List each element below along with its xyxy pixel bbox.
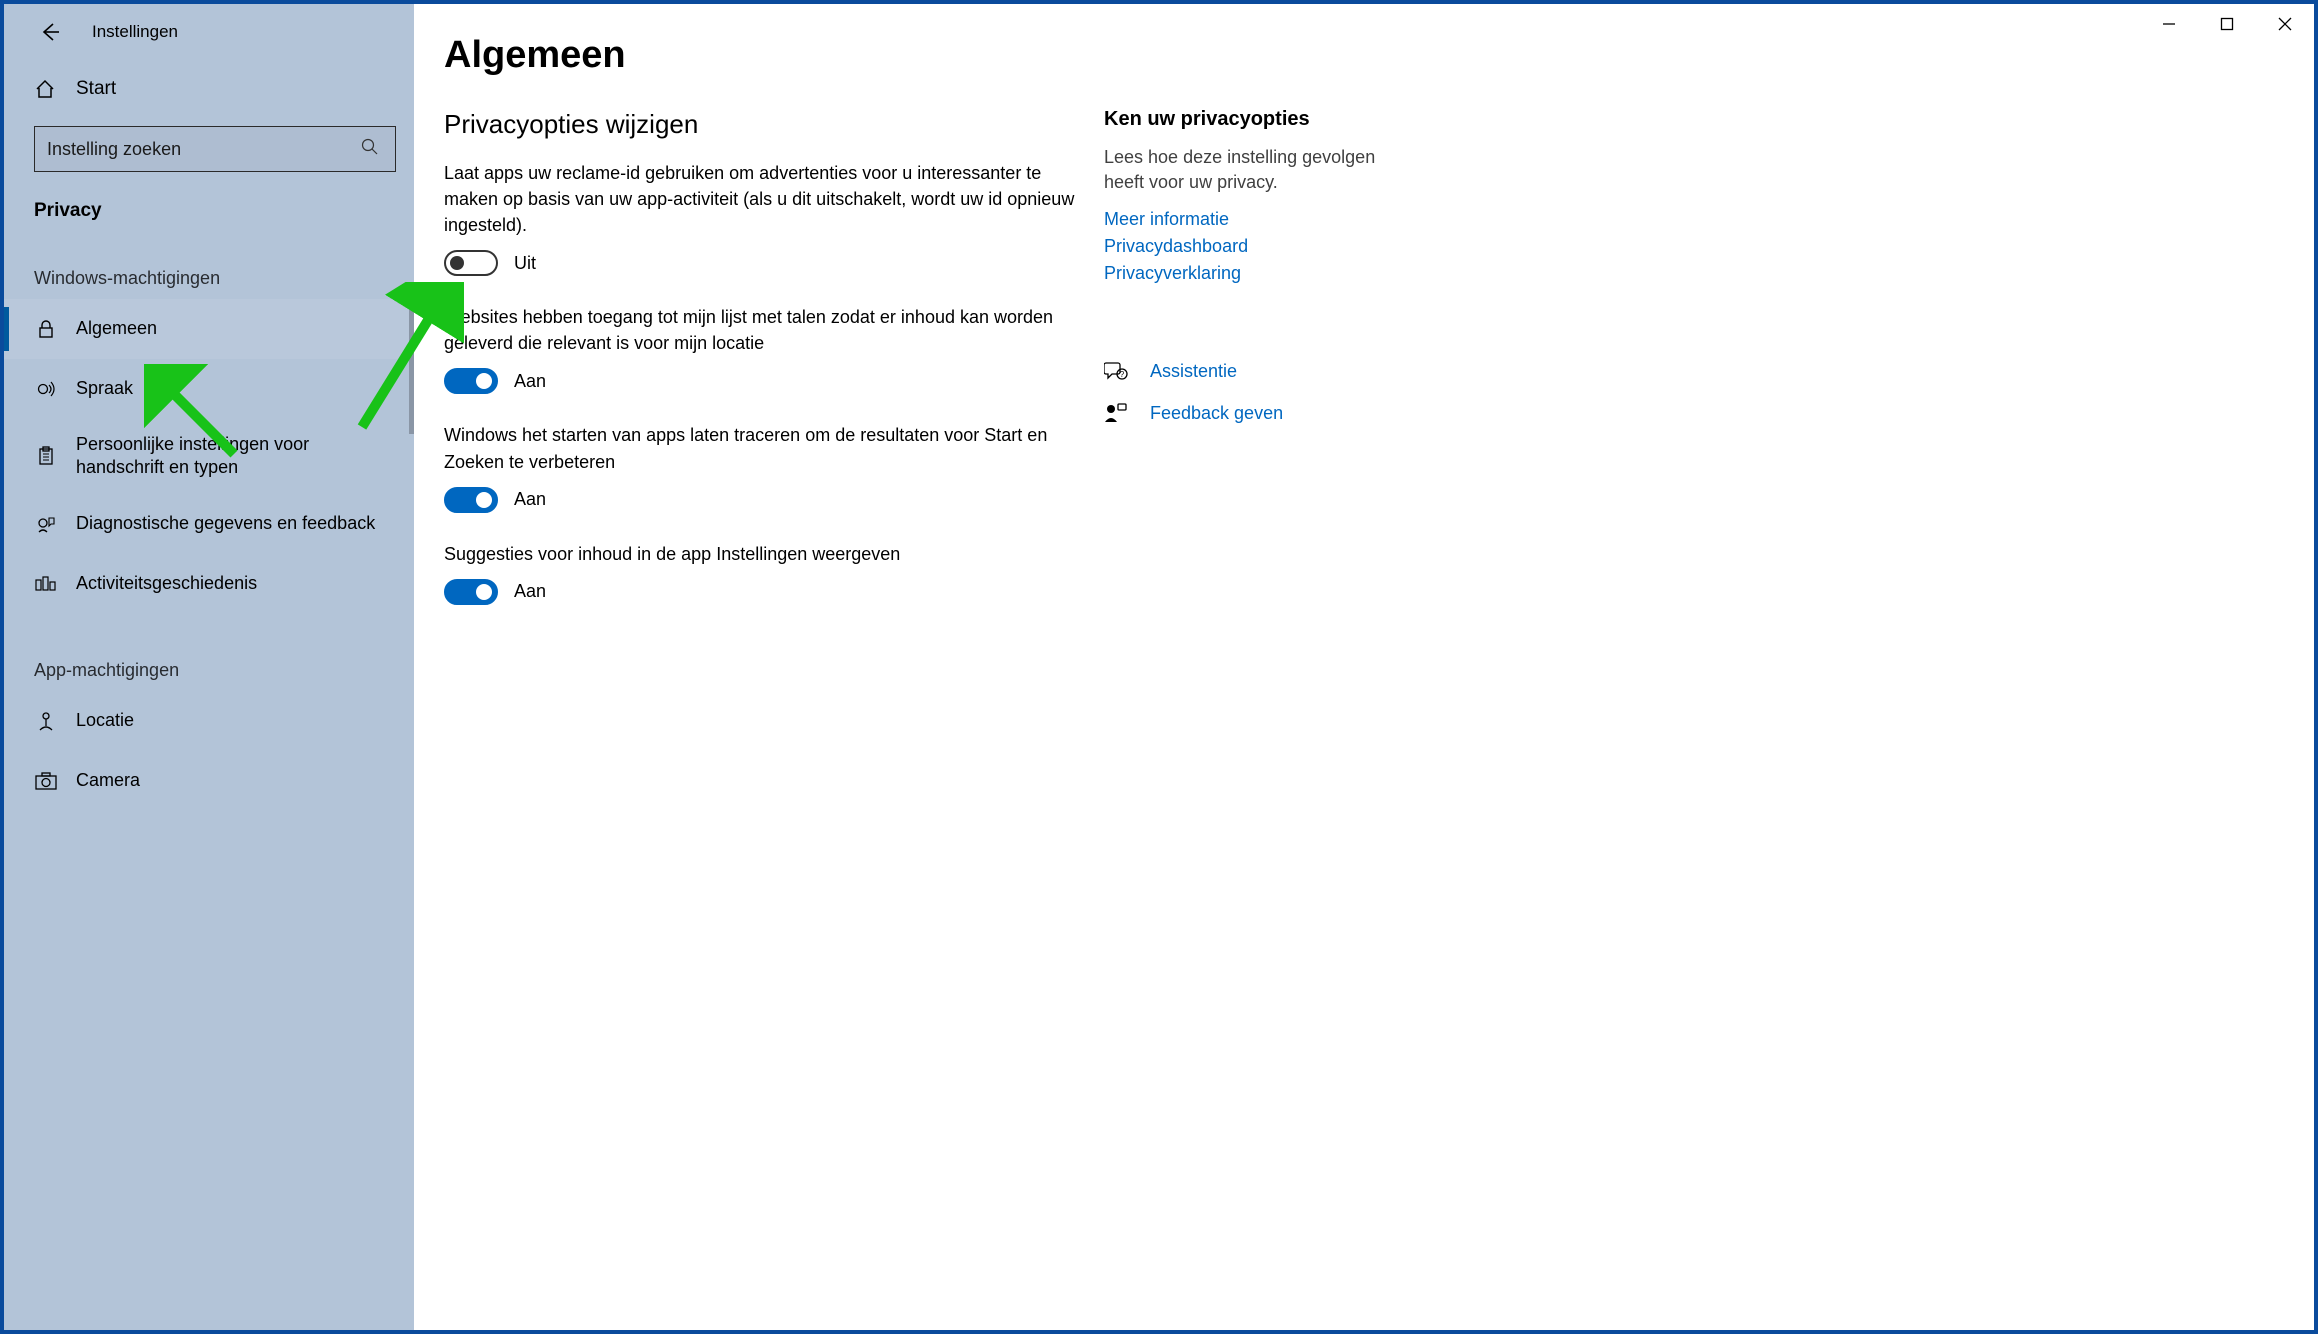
search-input[interactable] (47, 139, 361, 160)
home-label: Start (76, 78, 116, 100)
search-box[interactable] (34, 126, 396, 172)
window-title: Instellingen (92, 22, 178, 42)
sidebar-item-label: Persoonlijke instellingen voor handschri… (76, 433, 394, 480)
toggle-state: Aan (514, 371, 546, 392)
sidebar-item-label: Activiteitsgeschiedenis (76, 572, 257, 595)
group-windows-permissions: Windows-machtigingen (34, 268, 414, 289)
toggle-website-languages[interactable] (444, 368, 498, 394)
history-icon (34, 574, 58, 594)
feedback-label: Feedback geven (1150, 403, 1283, 424)
help-label: Assistentie (1150, 361, 1237, 382)
svg-text:?: ? (1120, 370, 1125, 379)
toggle-state: Uit (514, 253, 536, 274)
sidebar-item-camera[interactable]: Camera (4, 751, 414, 811)
setting-advertising-id: Laat apps uw reclame-id gebruiken om adv… (444, 160, 1084, 276)
sidebar: Instellingen Start Privacy Windows-macht… (4, 4, 414, 1330)
camera-icon (34, 772, 58, 790)
location-icon (34, 710, 58, 732)
sidebar-item-label: Algemeen (76, 317, 157, 340)
setting-description: Suggesties voor inhoud in de app Instell… (444, 541, 1084, 567)
setting-description: Windows het starten van apps laten trace… (444, 422, 1084, 474)
back-button[interactable] (36, 18, 64, 46)
sidebar-item-label: Spraak (76, 377, 133, 400)
home-button[interactable]: Start (4, 60, 414, 118)
toggle-app-launches[interactable] (444, 487, 498, 513)
setting-website-languages: Websites hebben toegang tot mijn lijst m… (444, 304, 1084, 394)
sidebar-item-general[interactable]: Algemeen (4, 299, 414, 359)
sidebar-item-speech[interactable]: Spraak (4, 359, 414, 419)
give-feedback-link[interactable]: Feedback geven (1104, 402, 1414, 424)
sidebar-item-label: Locatie (76, 709, 134, 732)
toggle-advertising-id[interactable] (444, 250, 498, 276)
group-app-permissions: App-machtigingen (34, 660, 414, 681)
link-privacy-dashboard[interactable]: Privacydashboard (1104, 236, 1414, 257)
subsection-title: Privacyopties wijzigen (444, 109, 1084, 140)
setting-app-launches: Windows het starten van apps laten trace… (444, 422, 1084, 512)
right-panel: Ken uw privacyopties Lees hoe deze inste… (1084, 34, 1414, 1330)
toggle-suggested-content[interactable] (444, 579, 498, 605)
right-text: Lees hoe deze instelling gevolgen heeft … (1104, 145, 1414, 195)
setting-description: Websites hebben toegang tot mijn lijst m… (444, 304, 1084, 356)
get-help-link[interactable]: ? Assistentie (1104, 360, 1414, 382)
home-icon (34, 78, 58, 100)
speech-icon (34, 379, 58, 399)
search-icon (361, 138, 383, 161)
person-feedback-icon (1104, 402, 1132, 424)
right-heading: Ken uw privacyopties (1104, 108, 1414, 131)
sidebar-item-diagnostics[interactable]: Diagnostische gegevens en feedback (4, 494, 414, 554)
sidebar-item-label: Diagnostische gegevens en feedback (76, 512, 375, 535)
main-content: Algemeen Privacyopties wijzigen Laat app… (414, 4, 2314, 1330)
sidebar-item-label: Camera (76, 769, 140, 792)
link-more-info[interactable]: Meer informatie (1104, 209, 1414, 230)
sidebar-item-location[interactable]: Locatie (4, 691, 414, 751)
clipboard-icon (34, 446, 58, 466)
toggle-state: Aan (514, 581, 546, 602)
toggle-state: Aan (514, 489, 546, 510)
feedback-icon (34, 514, 58, 534)
help-icon: ? (1104, 360, 1132, 382)
section-label: Privacy (34, 200, 414, 222)
sidebar-item-activity-history[interactable]: Activiteitsgeschiedenis (4, 554, 414, 614)
setting-suggested-content: Suggesties voor inhoud in de app Instell… (444, 541, 1084, 605)
setting-description: Laat apps uw reclame-id gebruiken om adv… (444, 160, 1084, 238)
link-privacy-statement[interactable]: Privacyverklaring (1104, 263, 1414, 284)
page-title: Algemeen (444, 34, 1084, 77)
sidebar-item-inking[interactable]: Persoonlijke instellingen voor handschri… (4, 419, 414, 494)
lock-icon (34, 319, 58, 339)
